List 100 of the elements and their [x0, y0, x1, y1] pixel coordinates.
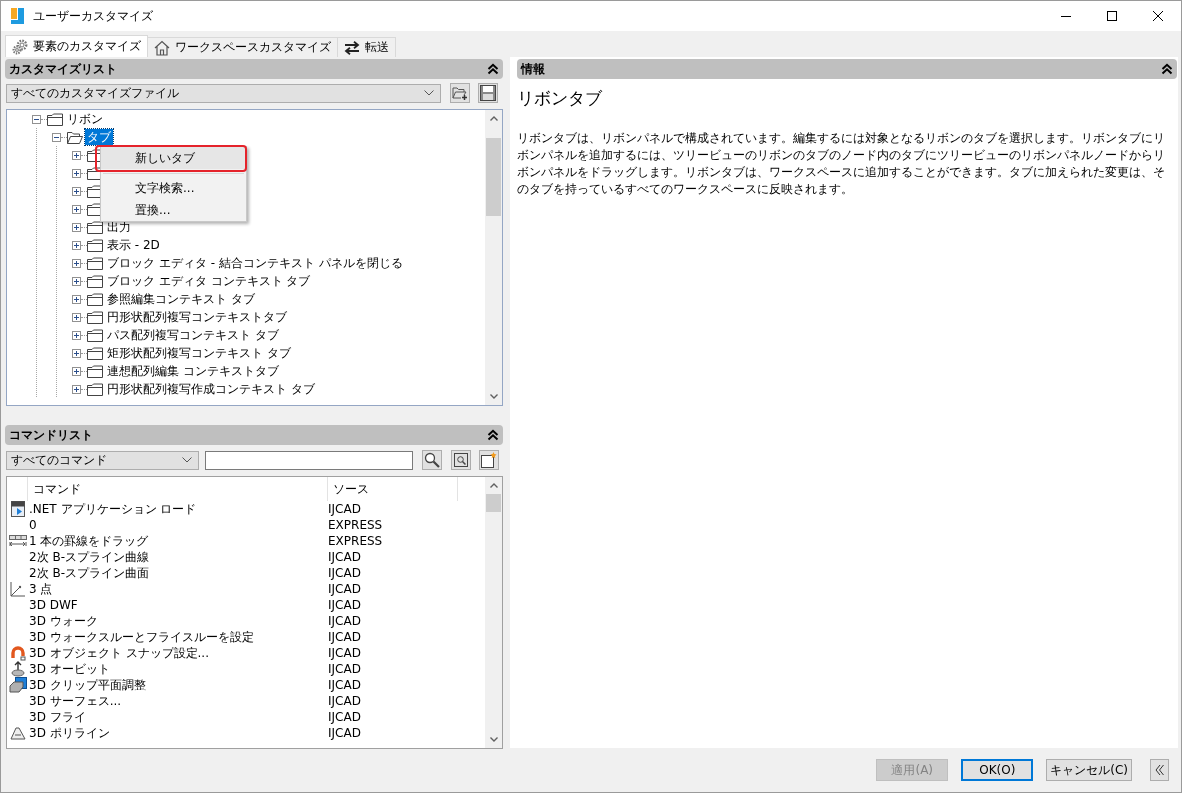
double-chevron-left-icon: [1155, 764, 1164, 776]
folder-icon: [87, 346, 103, 360]
new-command-button[interactable]: [479, 450, 499, 470]
minus-box-icon[interactable]: [52, 132, 61, 142]
column-header[interactable]: コマンド: [28, 477, 328, 501]
plus-box-icon[interactable]: [72, 222, 81, 232]
table-cell-text: IJCAD: [328, 613, 362, 629]
app-icon: [11, 8, 24, 24]
file-select[interactable]: すべてのカスタマイズファイル: [6, 83, 441, 103]
collapse-icon[interactable]: [1161, 63, 1173, 75]
scroll-up-icon[interactable]: [489, 483, 498, 488]
info-heading: リボンタブ: [517, 87, 603, 110]
plus-box-icon[interactable]: [72, 258, 81, 268]
preview-button[interactable]: [451, 450, 471, 470]
search-button[interactable]: [422, 450, 442, 470]
folder-plus-icon: [452, 86, 468, 100]
collapse-panel-button[interactable]: [1150, 759, 1169, 781]
table-cell-text: IJCAD: [328, 597, 362, 613]
folder-icon: [87, 328, 103, 342]
open-file-button[interactable]: [450, 83, 470, 103]
plus-box-icon[interactable]: [72, 186, 81, 196]
tree-item[interactable]: 円形状配列複写作成コンテキスト タブ: [107, 381, 315, 397]
table-cell-text: IJCAD: [328, 709, 362, 725]
table-cell-text: IJCAD: [328, 645, 362, 661]
scrollbar-thumb[interactable]: [486, 138, 501, 216]
table-cell-text: 3D ウォーク: [28, 613, 99, 629]
plus-box-icon[interactable]: [72, 150, 81, 160]
folder-icon: [87, 238, 103, 252]
tab[interactable]: 要素のカスタマイズ: [5, 35, 148, 57]
tree-item[interactable]: ブロック エディタ コンテキスト タブ: [107, 273, 311, 289]
close-icon: [1153, 11, 1163, 21]
info-description: リボンタブは、リボンパネルで構成されています。編集するには対象となるリボンのタブを選択します。リボンタブにリボンパネルを追加するには、ツリービューのリボンのタブのノード内のタブにツリービューのリボンパネルノードからリボンパネルをドラッグします。リボンタブは、ワークスペースに追加することができます。タブに加えられた変更は、そのタブを持っているすべてのワークスペースに反映されます。: [517, 130, 1166, 198]
collapse-icon[interactable]: [487, 429, 499, 441]
plus-box-icon[interactable]: [72, 312, 81, 322]
table-cell-text: IJCAD: [328, 549, 362, 565]
table-cell-text: 3D サーフェス...: [28, 693, 123, 709]
scrollbar-thumb[interactable]: [486, 494, 501, 512]
plus-box-icon[interactable]: [72, 204, 81, 214]
dialog-button[interactable]: OK(O): [961, 759, 1034, 781]
plus-box-icon[interactable]: [72, 240, 81, 250]
plus-box-icon[interactable]: [72, 276, 81, 286]
axes-icon: [9, 581, 26, 597]
table-cell-text: 3 点: [28, 581, 54, 597]
table-cell-text: IJCAD: [328, 661, 362, 677]
open-folder-icon: [67, 130, 83, 144]
scroll-down-icon[interactable]: [489, 394, 498, 399]
column-header[interactable]: ソース: [328, 477, 458, 501]
table-cell-text: 0: [28, 517, 38, 533]
table-cell-text: 3D クリップ平面調整: [28, 677, 147, 693]
tree-item[interactable]: タブ: [85, 129, 113, 145]
plus-box-icon[interactable]: [72, 366, 81, 376]
tree-item[interactable]: 表示 - 2D: [107, 237, 160, 253]
tree-item[interactable]: パス配列複写コンテキスト タブ: [107, 327, 279, 343]
plus-box-icon[interactable]: [72, 330, 81, 340]
minus-box-icon[interactable]: [32, 114, 41, 124]
scroll-up-icon[interactable]: [489, 116, 498, 121]
plus-box-icon[interactable]: [72, 168, 81, 178]
scroll-down-icon[interactable]: [489, 737, 498, 742]
tree-item[interactable]: 参照編集コンテキスト タブ: [107, 291, 255, 307]
folder-icon: [87, 292, 103, 306]
tree-item[interactable]: リボン: [67, 111, 103, 127]
search-icon: [424, 452, 440, 468]
plus-box-icon[interactable]: [72, 384, 81, 394]
chevron-down-icon: [424, 90, 434, 96]
table-cell-text: IJCAD: [328, 725, 362, 741]
document-play-icon: [9, 501, 26, 517]
tree-item[interactable]: 連想配列編集 コンテキストタブ: [107, 363, 279, 379]
table-cell-text: EXPRESS: [328, 533, 384, 549]
orbit-icon: [10, 661, 25, 677]
table-arrow-icon: [8, 535, 27, 547]
collapse-icon[interactable]: [487, 63, 499, 75]
table-cell-text: 2次 B-スプライン曲線: [28, 549, 150, 565]
table-cell-text: IJCAD: [328, 629, 362, 645]
tree-item[interactable]: 矩形状配列複写コンテキスト タブ: [107, 345, 291, 361]
chevron-down-icon: [182, 457, 192, 463]
tab[interactable]: ワークスペースカスタマイズ: [147, 37, 338, 57]
gears-icon: [12, 38, 28, 55]
table-cell-text: 3D フライ: [28, 709, 87, 725]
tree-item[interactable]: ブロック エディタ - 結合コンテキスト パネルを閉じる: [107, 255, 403, 271]
command-filter-select[interactable]: すべてのコマンド: [6, 450, 199, 470]
tree-item[interactable]: 円形状配列複写コンテキストタブ: [107, 309, 287, 325]
dialog-button[interactable]: キャンセル(C): [1046, 759, 1132, 781]
plus-box-icon[interactable]: [72, 348, 81, 358]
tab[interactable]: 転送: [337, 37, 396, 57]
menu-item[interactable]: 置換...: [101, 199, 246, 221]
table-cell-text: 3D DWF: [28, 597, 79, 613]
menu-item[interactable]: 文字検索...: [101, 177, 246, 199]
table-cell-text: IJCAD: [328, 693, 362, 709]
save-button[interactable]: [478, 83, 498, 103]
table-cell-text: IJCAD: [328, 677, 362, 693]
plus-box-icon[interactable]: [72, 294, 81, 304]
table-cell-text: EXPRESS: [328, 517, 384, 533]
table-cell-text: 1 本の罫線をドラッグ: [28, 533, 150, 549]
folder-icon: [47, 112, 63, 126]
maximize-icon: [1107, 11, 1117, 21]
window-title: ユーザーカスタマイズ: [33, 7, 153, 25]
swap-arrows-icon: [344, 40, 360, 55]
search-field[interactable]: [205, 450, 413, 470]
folder-icon: [87, 382, 103, 396]
table-cell-text: IJCAD: [328, 581, 362, 597]
